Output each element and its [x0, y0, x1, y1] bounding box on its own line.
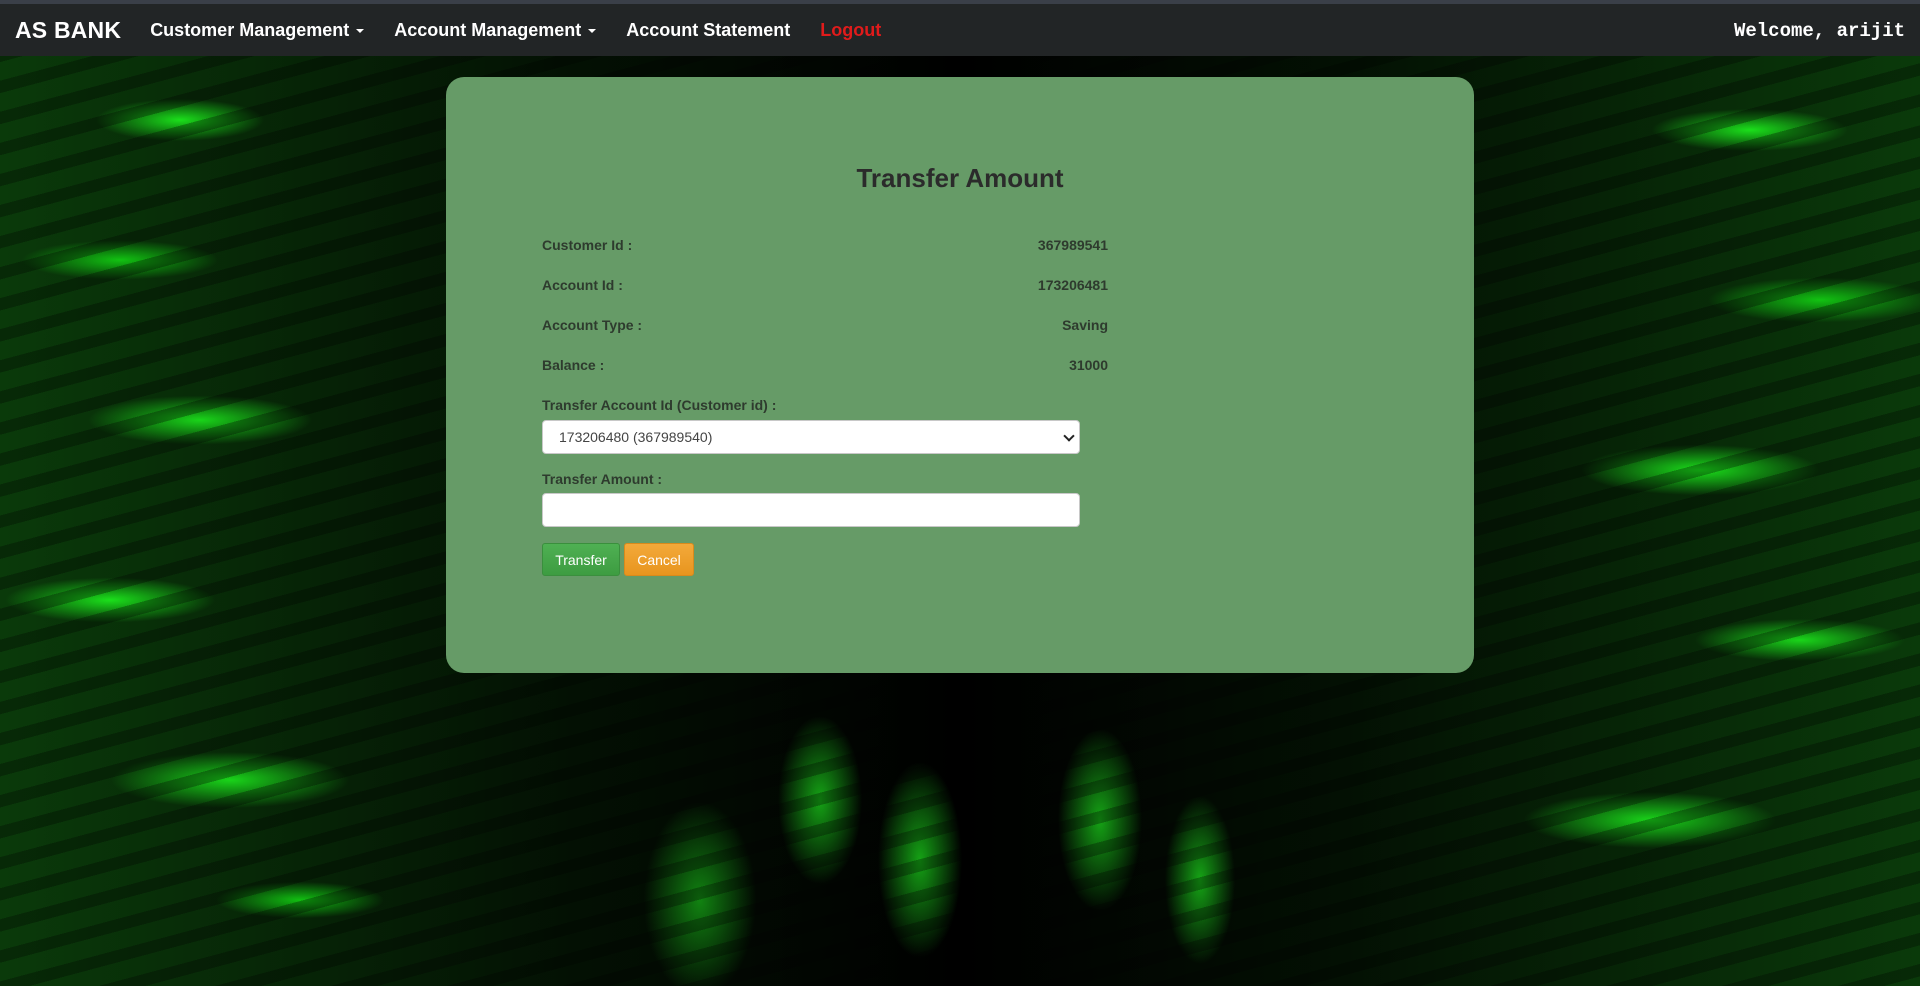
top-navbar: AS BANK Customer Management Account Mana…: [0, 4, 1920, 56]
transfer-amount-label: Transfer Amount :: [542, 471, 663, 487]
customer-id-label: Customer Id :: [542, 237, 633, 253]
customer-id-row: Customer Id : 367989541: [542, 237, 1108, 253]
chevron-down-icon: [1063, 430, 1075, 442]
nav-logout[interactable]: Logout: [805, 20, 896, 41]
page-title: Transfer Amount: [856, 163, 1064, 193]
transfer-amount-input[interactable]: [542, 493, 1080, 527]
welcome-message: Welcome, arijit: [1733, 20, 1905, 42]
nav-customer-management-label: Customer Management: [150, 19, 350, 40]
nav-logout-label: Logout: [820, 19, 882, 40]
balance-row: Balance : 31000: [542, 357, 1108, 373]
caret-down-icon: [588, 29, 597, 33]
nav-account-statement-label: Account Statement: [626, 19, 791, 40]
nav-customer-management[interactable]: Customer Management: [135, 20, 379, 41]
account-type-row: Account Type : Saving: [542, 317, 1108, 333]
nav-account-management[interactable]: Account Management: [379, 20, 611, 41]
account-id-row: Account Id : 173206481: [542, 277, 1108, 293]
account-id-value: 173206481: [1037, 277, 1108, 293]
transfer-account-select[interactable]: 173206480 (367989540): [542, 420, 1080, 454]
transfer-account-label: Transfer Account Id (Customer id) :: [542, 397, 777, 413]
balance-label: Balance :: [542, 357, 605, 373]
nav-account-management-label: Account Management: [394, 19, 582, 40]
transfer-account-selected-value: 173206480 (367989540): [559, 429, 713, 445]
caret-down-icon: [356, 29, 365, 33]
account-type-label: Account Type :: [542, 317, 643, 333]
cancel-button[interactable]: Cancel: [624, 543, 694, 576]
account-type-value: Saving: [1062, 317, 1108, 333]
balance-value: 31000: [1069, 357, 1108, 373]
nav-account-statement[interactable]: Account Statement: [611, 20, 805, 41]
transfer-panel: Transfer Amount Customer Id : 367989541 …: [446, 77, 1474, 673]
customer-id-value: 367989541: [1037, 237, 1108, 253]
account-id-label: Account Id :: [542, 277, 623, 293]
brand-logo[interactable]: AS BANK: [15, 17, 121, 44]
transfer-button[interactable]: Transfer: [542, 543, 620, 576]
